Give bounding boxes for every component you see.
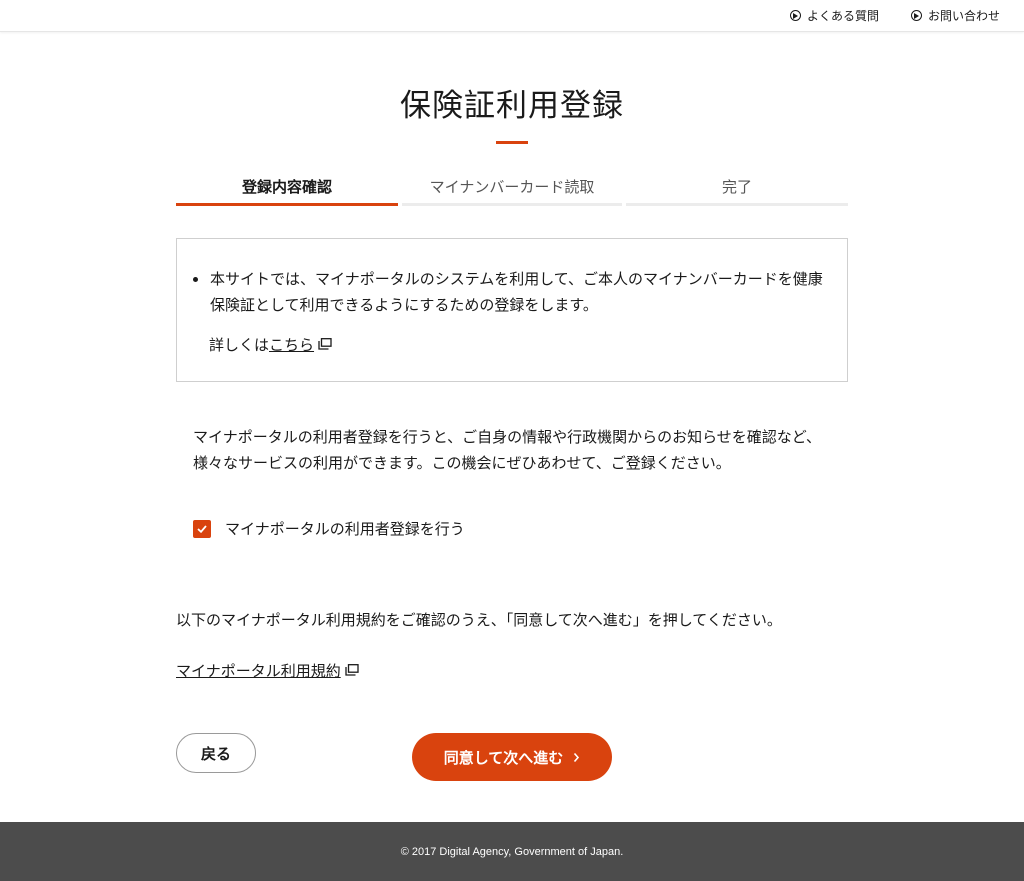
details-link[interactable]: こちら: [269, 334, 314, 355]
agree-next-label: 同意して次へ進む: [443, 748, 564, 767]
step-indicator: [402, 203, 622, 206]
terms-instruction: 以下のマイナポータル利用規約をご確認のうえ、「同意して次へ進む」を押してください…: [176, 611, 782, 629]
play-circle-icon: [790, 10, 801, 21]
footer: © 2017 Digital Agency, Government of Jap…: [0, 822, 1024, 881]
step-confirm: 登録内容確認: [176, 176, 398, 206]
details-prefix: 詳しくは: [209, 336, 270, 354]
faq-link[interactable]: よくある質問: [790, 7, 879, 24]
contact-link[interactable]: お問い合わせ: [911, 7, 1000, 24]
external-link-icon: [318, 336, 332, 354]
register-checkbox[interactable]: [193, 519, 211, 538]
title-underline: [496, 141, 528, 144]
agree-next-button[interactable]: 同意して次へ進む: [412, 733, 612, 781]
top-bar: よくある質問 お問い合わせ: [0, 0, 1024, 32]
faq-label: よくある質問: [807, 9, 880, 23]
step-label: 登録内容確認: [241, 178, 332, 196]
play-circle-icon: [911, 10, 922, 21]
step-label: 完了: [721, 178, 752, 196]
bullet-dot: [193, 277, 198, 282]
register-checkbox-label: マイナポータルの利用者登録を行う: [225, 520, 465, 538]
page-title: 保険証利用登録: [400, 88, 624, 124]
chevron-right-icon: [574, 752, 580, 762]
registration-description: マイナポータルの利用者登録を行うと、ご自身の情報や行政機関からのお知らせを確認な…: [193, 428, 822, 472]
copyright-text: © 2017 Digital Agency, Government of Jap…: [400, 845, 624, 858]
terms-link[interactable]: マイナポータル利用規約: [176, 660, 341, 681]
step-card-read: マイナンバーカード読取: [402, 176, 622, 206]
checkmark-icon: [197, 524, 207, 533]
step-complete: 完了: [626, 176, 848, 206]
info-box: 本サイトでは、マイナポータルのシステムを利用して、ご本人のマイナンバーカードを健…: [176, 238, 848, 382]
register-checkbox-row[interactable]: マイナポータルの利用者登録を行う: [193, 518, 465, 539]
contact-label: お問い合わせ: [928, 9, 1001, 23]
step-indicator: [626, 203, 848, 206]
back-button[interactable]: 戻る: [176, 733, 256, 773]
external-link-icon: [345, 662, 359, 680]
back-button-label: 戻る: [200, 744, 231, 763]
step-indicator: [176, 203, 398, 206]
terms-link-row: マイナポータル利用規約: [176, 660, 359, 681]
step-label: マイナンバーカード読取: [429, 178, 595, 196]
details-row: 詳しくは こちら: [209, 334, 332, 355]
progress-steps: 登録内容確認 マイナンバーカード読取 完了: [176, 176, 848, 206]
info-text: 本サイトでは、マイナポータルのシステムを利用して、ご本人のマイナンバーカードを健…: [210, 270, 823, 314]
